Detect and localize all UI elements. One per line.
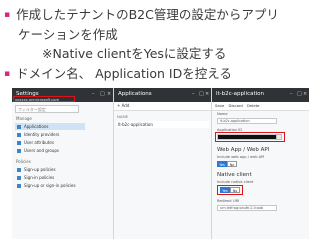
nav-item-label: Identity providers — [24, 132, 60, 137]
app-detail-blade: lt-b2c-application – □ × Save Discard De… — [212, 88, 309, 239]
bullet-text-2: ケーションを作成 — [18, 27, 118, 42]
save-button[interactable]: Save — [215, 103, 224, 108]
add-label: Add — [121, 103, 130, 108]
identity-providers-icon — [17, 133, 21, 137]
bullet-text-4: ドメイン名、 Application IDを控える — [16, 66, 232, 81]
group-label-manage: Manage — [16, 116, 32, 121]
app-detail-title: lt-b2c-application — [216, 91, 265, 97]
policy-icon — [17, 176, 21, 180]
nav-item-sign-up-policies[interactable]: Sign-up policies — [15, 166, 85, 173]
nav-item-label: Sign-up policies — [24, 167, 56, 172]
nav-item-label: User attributes — [24, 140, 54, 145]
settings-search-input[interactable]: フィルター設定 — [15, 105, 79, 113]
nav-item-label: Users and groups — [24, 148, 59, 153]
nav-item-label: Applications — [24, 124, 49, 129]
native-client-highlight — [217, 185, 243, 195]
bullet-marker: ▪ — [4, 69, 11, 79]
user-attributes-icon — [17, 141, 21, 145]
discard-button[interactable]: Discard — [229, 103, 243, 108]
bullet-line-2: ケーションを作成 — [4, 27, 118, 43]
webapp-no-toggle[interactable]: No — [227, 161, 237, 167]
bullet-line-4: ▪ ドメイン名、 Application IDを控える — [4, 66, 232, 84]
applications-blade: Applications – □ × + Add NAME lt-b2c-app… — [114, 88, 212, 239]
bullet-text-1: 作成したテナントのB2C管理の設定からアプリ — [16, 7, 279, 22]
redirect-uri-label: Redirect URI — [217, 199, 240, 203]
applications-title: Applications — [118, 91, 152, 97]
minimize-icon[interactable]: – — [192, 91, 195, 97]
maximize-icon[interactable]: □ — [199, 91, 204, 97]
bullet-marker: ▪ — [4, 10, 11, 20]
maximize-icon[interactable]: □ — [297, 91, 302, 97]
name-field[interactable]: lt-b2c-application — [217, 118, 277, 124]
close-icon[interactable]: × — [303, 91, 307, 97]
nav-item-label: Sign-in policies — [24, 175, 55, 180]
application-id-highlight — [215, 132, 285, 142]
nav-item-applications[interactable]: Applications — [15, 123, 85, 130]
app-detail-blade-header: lt-b2c-application – □ × — [212, 88, 309, 102]
applications-blade-header: Applications – □ × — [114, 88, 211, 102]
include-native-label: Include native client — [217, 180, 254, 184]
users-icon — [17, 149, 21, 153]
nav-item-user-attributes[interactable]: User attributes — [15, 139, 85, 146]
delete-button[interactable]: Delete — [247, 103, 259, 108]
minimize-icon[interactable]: – — [92, 91, 95, 97]
command-bar: Save Discard Delete — [212, 102, 309, 111]
nav-item-label: Sign-up or sign-in policies — [24, 183, 76, 188]
policy-icon — [17, 184, 21, 188]
policy-icon — [17, 168, 21, 172]
group-label-policies: Policies — [16, 159, 31, 164]
applications-icon — [17, 125, 21, 129]
minimize-icon[interactable]: – — [290, 91, 293, 97]
include-webapp-label: Include web app / web API — [217, 155, 265, 159]
bullet-line-1: ▪ 作成したテナントのB2C管理の設定からアプリ — [4, 7, 279, 25]
column-header-name: NAME — [117, 114, 129, 119]
name-label: Name — [217, 112, 228, 116]
application-row[interactable]: lt-b2c-application — [116, 121, 209, 128]
bullet-text-3: ※Native clientをYesに設定する — [42, 46, 227, 61]
native-client-section-title: Native client — [217, 172, 252, 178]
slide-bullets: ▪ 作成したテナントのB2C管理の設定からアプリ ケーションを作成 ※Native… — [0, 0, 320, 94]
redirect-uri-field[interactable]: urn:ietf:wg:oauth:2.0:oob — [217, 205, 277, 211]
close-icon[interactable]: × — [107, 91, 111, 97]
azure-portal-screenshot: Settings xxxxxx.onmicrosoft.com – □ × フィ… — [12, 88, 309, 239]
webapp-yes-toggle[interactable]: Yes — [217, 161, 227, 167]
add-button[interactable]: + Add — [114, 102, 211, 111]
domain-highlight — [13, 96, 75, 102]
nav-item-identity-providers[interactable]: Identity providers — [15, 131, 85, 138]
maximize-icon[interactable]: □ — [100, 91, 105, 97]
close-icon[interactable]: × — [205, 91, 209, 97]
nav-item-sign-up-or-sign-in-policies[interactable]: Sign-up or sign-in policies — [15, 182, 85, 189]
nav-item-users-groups[interactable]: Users and groups — [15, 147, 85, 154]
bullet-line-3: ※Native clientをYesに設定する — [42, 46, 226, 62]
webapp-section-title: Web App / Web API — [217, 147, 270, 153]
nav-item-sign-in-policies[interactable]: Sign-in policies — [15, 174, 85, 181]
settings-blade: Settings xxxxxx.onmicrosoft.com – □ × フィ… — [12, 88, 114, 239]
